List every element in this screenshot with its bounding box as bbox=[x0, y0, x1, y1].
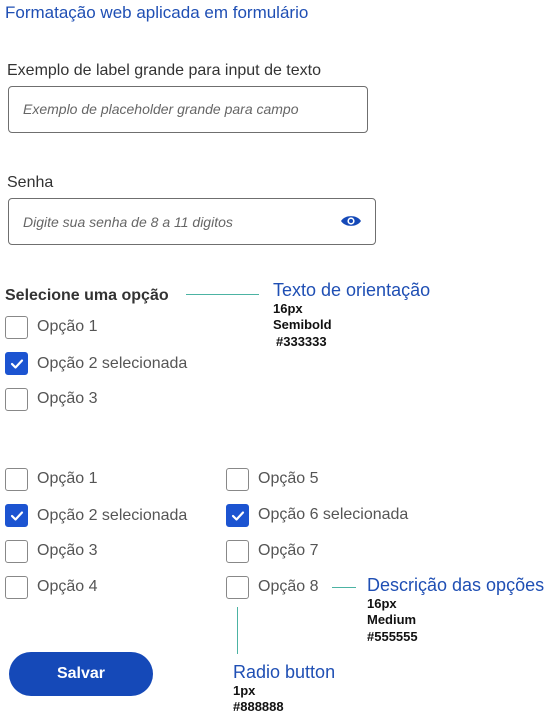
option-label: Opção 7 bbox=[258, 542, 319, 559]
password-label: Senha bbox=[7, 174, 54, 191]
annotation-radio-title: Radio button bbox=[233, 662, 336, 682]
password-input-placeholder: Digite sua senha de 8 a 11 digitos bbox=[23, 214, 233, 230]
page-title: Formatação web aplicada em formulário bbox=[5, 3, 309, 22]
options-connector-line bbox=[332, 587, 356, 588]
check-icon bbox=[10, 359, 24, 369]
password-input[interactable]: Digite sua senha de 8 a 11 digitos bbox=[8, 198, 376, 245]
annotation-options-size: 16px bbox=[367, 596, 397, 611]
checkbox-multi-5[interactable] bbox=[226, 468, 249, 491]
save-button[interactable]: Salvar bbox=[9, 652, 153, 696]
option-label: Opção 6 selecionada bbox=[258, 506, 409, 523]
text-input[interactable]: Exemplo de placeholder grande para campo bbox=[8, 86, 368, 133]
option-label: Opção 4 bbox=[37, 578, 98, 595]
option-label: Opção 8 bbox=[258, 578, 319, 595]
checkbox-single-1[interactable] bbox=[5, 316, 28, 339]
annotation-options-weight: Medium bbox=[367, 612, 417, 627]
eye-icon[interactable] bbox=[340, 214, 362, 233]
option-label: Opção 3 bbox=[37, 542, 98, 559]
option-label: Opção 3 bbox=[37, 390, 98, 407]
checkbox-multi-6[interactable] bbox=[226, 504, 249, 527]
option-label: Opção 2 selecionada bbox=[37, 355, 188, 372]
text-field-label: Exemplo de label grande para input de te… bbox=[7, 62, 321, 79]
annotation-radio-size: 1px bbox=[233, 683, 256, 698]
option-label: Opção 2 selecionada bbox=[37, 507, 188, 524]
checkbox-multi-2[interactable] bbox=[5, 504, 28, 527]
annotation-options-color: #555555 bbox=[367, 629, 418, 644]
checkbox-single-3[interactable] bbox=[5, 388, 28, 411]
checkbox-multi-7[interactable] bbox=[226, 540, 249, 563]
annotation-guidance-weight: Semibold bbox=[273, 317, 332, 332]
checkbox-single-2[interactable] bbox=[5, 352, 28, 375]
check-icon bbox=[231, 511, 245, 521]
checkbox-multi-8[interactable] bbox=[226, 576, 249, 599]
text-input-placeholder: Exemplo de placeholder grande para campo bbox=[23, 101, 299, 117]
annotation-guidance-title: Texto de orientação bbox=[273, 280, 431, 300]
checkbox-multi-1[interactable] bbox=[5, 468, 28, 491]
checkbox-multi-4[interactable] bbox=[5, 576, 28, 599]
radio-connector-line bbox=[237, 607, 238, 654]
annotation-radio-color: #888888 bbox=[233, 699, 284, 714]
option-label: Opção 1 bbox=[37, 318, 98, 335]
annotation-guidance-size: 16px bbox=[273, 301, 303, 316]
check-icon bbox=[10, 511, 24, 521]
guidance-connector-line bbox=[186, 294, 259, 295]
option-label: Opção 1 bbox=[37, 470, 98, 487]
annotation-guidance-color: #333333 bbox=[276, 334, 327, 349]
checkbox-multi-3[interactable] bbox=[5, 540, 28, 563]
option-label: Opção 5 bbox=[258, 470, 319, 487]
group-guidance-label: Selecione uma opção bbox=[5, 287, 169, 304]
annotation-options-title: Descrição das opções bbox=[367, 575, 545, 595]
